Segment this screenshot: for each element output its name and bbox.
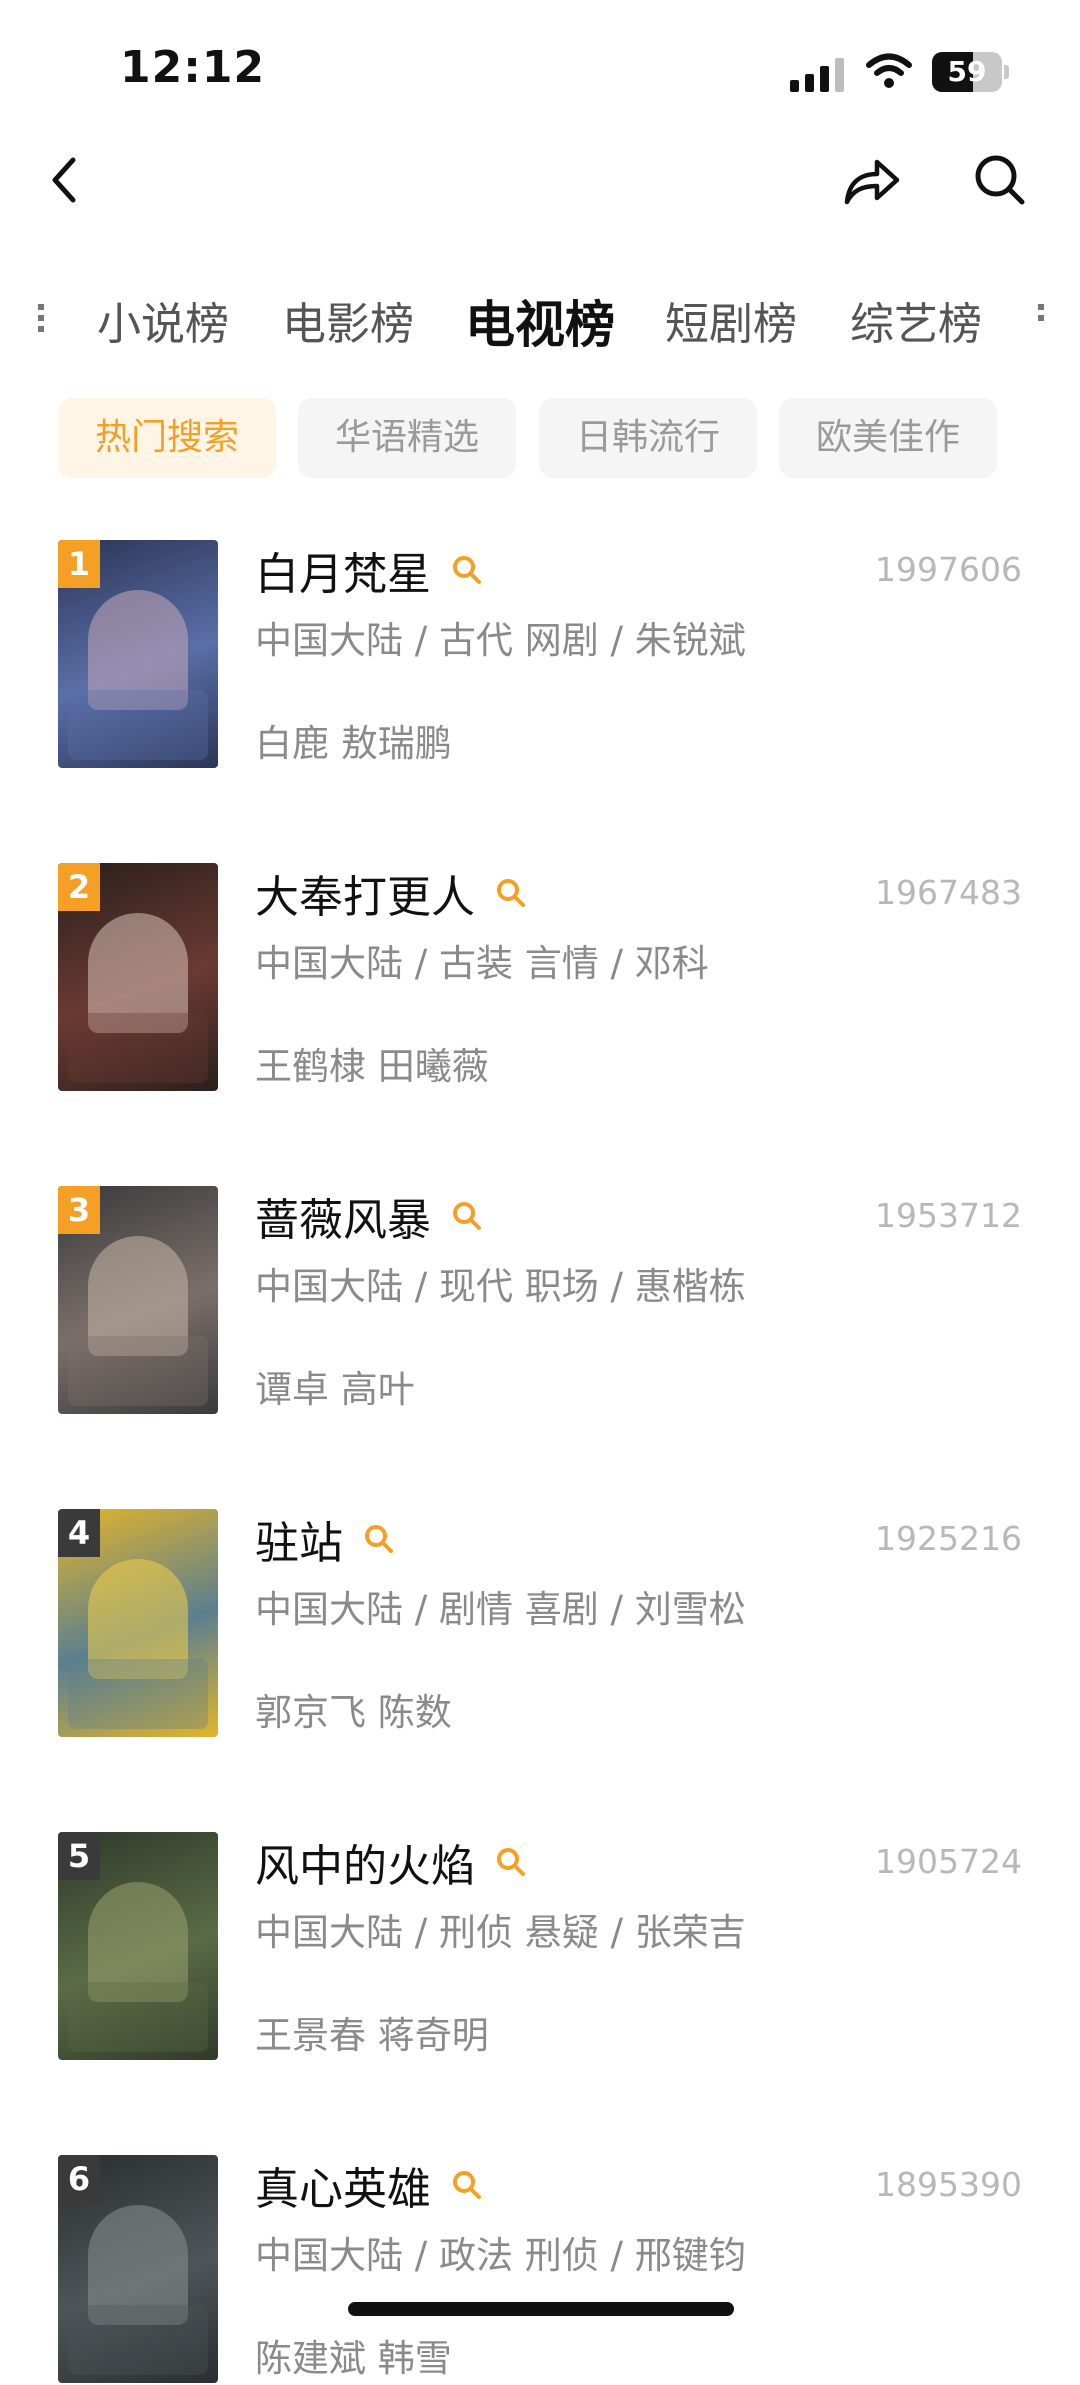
chip-hot-search[interactable]: 热门搜索 bbox=[58, 398, 276, 478]
home-indicator bbox=[348, 2302, 734, 2316]
tab-movie[interactable]: 电影榜 bbox=[282, 285, 414, 365]
rank-badge: 4 bbox=[58, 1509, 100, 1557]
search-icon[interactable] bbox=[495, 1846, 527, 1878]
poster-image: 6 bbox=[58, 2155, 218, 2383]
share-icon bbox=[844, 159, 900, 205]
item-meta: 中国大陆 / 古装 言情 / 邓科 bbox=[255, 942, 709, 985]
poster-image: 1 bbox=[58, 540, 218, 768]
search-button[interactable] bbox=[960, 140, 1040, 220]
item-cast: 郭京飞 陈数 bbox=[255, 1691, 452, 1734]
tab-short-drama[interactable]: 短剧榜 bbox=[665, 285, 797, 365]
item-meta: 中国大陆 / 现代 职场 / 惠楷栋 bbox=[255, 1265, 746, 1308]
filter-chips: 热门搜索 华语精选 日韩流行 欧美佳作 bbox=[0, 398, 1080, 478]
hot-score: 1925216 bbox=[875, 1519, 1022, 1558]
tab-fragment-left bbox=[36, 299, 46, 339]
list-item[interactable]: 4 驻站 1925216 中国大陆 / 剧情 喜剧 / 刘雪松 郭京飞 陈数 bbox=[0, 1509, 1080, 1739]
rank-badge: 3 bbox=[58, 1186, 100, 1234]
poster-image: 5 bbox=[58, 1832, 218, 2060]
poster-image: 3 bbox=[58, 1186, 218, 1414]
list-item[interactable]: 6 真心英雄 1895390 中国大陆 / 政法 刑侦 / 邢键钧 陈建斌 韩雪 bbox=[0, 2155, 1080, 2385]
wifi-icon bbox=[866, 53, 912, 88]
rank-badge: 2 bbox=[58, 863, 100, 911]
back-button[interactable] bbox=[25, 140, 105, 220]
list-item[interactable]: 3 蔷薇风暴 1953712 中国大陆 / 现代 职场 / 惠楷栋 谭卓 高叶 bbox=[0, 1186, 1080, 1416]
hot-score: 1895390 bbox=[875, 2165, 1022, 2204]
item-title: 驻站 bbox=[255, 1518, 343, 1569]
list-item[interactable]: 2 大奉打更人 1967483 中国大陆 / 古装 言情 / 邓科 王鹤棣 田曦… bbox=[0, 863, 1080, 1093]
tab-tv[interactable]: 电视榜 bbox=[465, 285, 615, 365]
rank-badge: 1 bbox=[58, 540, 100, 588]
cellular-signal-icon bbox=[790, 58, 844, 92]
tab-fragment-right bbox=[1036, 299, 1046, 339]
list-item[interactable]: 1 白月梵星 1997606 中国大陆 / 古代 网剧 / 朱锐斌 白鹿 敖瑞鹏 bbox=[0, 540, 1080, 770]
item-title: 蔷薇风暴 bbox=[255, 1195, 431, 1246]
item-title: 风中的火焰 bbox=[255, 1841, 475, 1892]
poster-image: 2 bbox=[58, 863, 218, 1091]
item-cast: 王鹤棣 田曦薇 bbox=[255, 1045, 489, 1088]
item-meta: 中国大陆 / 政法 刑侦 / 邢键钧 bbox=[255, 2234, 746, 2277]
rank-badge: 5 bbox=[58, 1832, 100, 1880]
chip-western[interactable]: 欧美佳作 bbox=[779, 398, 997, 478]
search-icon[interactable] bbox=[363, 1523, 395, 1555]
tab-variety[interactable]: 综艺榜 bbox=[850, 285, 982, 365]
item-meta: 中国大陆 / 古代 网剧 / 朱锐斌 bbox=[255, 619, 746, 662]
hot-score: 1997606 bbox=[875, 550, 1022, 589]
item-cast: 陈建斌 韩雪 bbox=[255, 2337, 452, 2380]
hot-score: 1905724 bbox=[875, 1842, 1022, 1881]
hot-score: 1953712 bbox=[875, 1196, 1022, 1235]
nav-bar bbox=[0, 140, 1080, 220]
tab-novel[interactable]: 小说榜 bbox=[97, 285, 229, 365]
item-cast: 谭卓 高叶 bbox=[255, 1368, 415, 1411]
battery-percent: 59 bbox=[947, 55, 987, 88]
poster-image: 4 bbox=[58, 1509, 218, 1737]
share-button[interactable] bbox=[832, 140, 912, 220]
item-meta: 中国大陆 / 剧情 喜剧 / 刘雪松 bbox=[255, 1588, 746, 1631]
item-title: 真心英雄 bbox=[255, 2164, 431, 2215]
category-tabs: 小说榜 电影榜 电视榜 短剧榜 综艺榜 bbox=[0, 285, 1080, 375]
search-icon bbox=[975, 155, 1025, 205]
rank-badge: 6 bbox=[58, 2155, 100, 2203]
chip-chinese[interactable]: 华语精选 bbox=[298, 398, 516, 478]
list-item[interactable]: 5 风中的火焰 1905724 中国大陆 / 刑侦 悬疑 / 张荣吉 王景春 蒋… bbox=[0, 1832, 1080, 2062]
search-icon[interactable] bbox=[451, 1200, 483, 1232]
search-icon[interactable] bbox=[451, 2169, 483, 2201]
search-icon[interactable] bbox=[495, 877, 527, 909]
item-cast: 白鹿 敖瑞鹏 bbox=[255, 722, 452, 765]
item-title: 大奉打更人 bbox=[255, 872, 475, 923]
search-icon[interactable] bbox=[451, 554, 483, 586]
item-title: 白月梵星 bbox=[255, 549, 431, 600]
chip-japan-korea[interactable]: 日韩流行 bbox=[539, 398, 757, 478]
chevron-left-icon bbox=[52, 157, 76, 203]
item-meta: 中国大陆 / 刑侦 悬疑 / 张荣吉 bbox=[255, 1911, 746, 1954]
status-time: 12:12 bbox=[120, 42, 266, 93]
status-bar: 12:12 59 bbox=[0, 0, 1080, 140]
hot-score: 1967483 bbox=[875, 873, 1022, 912]
battery-icon: 59 bbox=[932, 52, 1009, 92]
item-cast: 王景春 蒋奇明 bbox=[255, 2014, 489, 2057]
